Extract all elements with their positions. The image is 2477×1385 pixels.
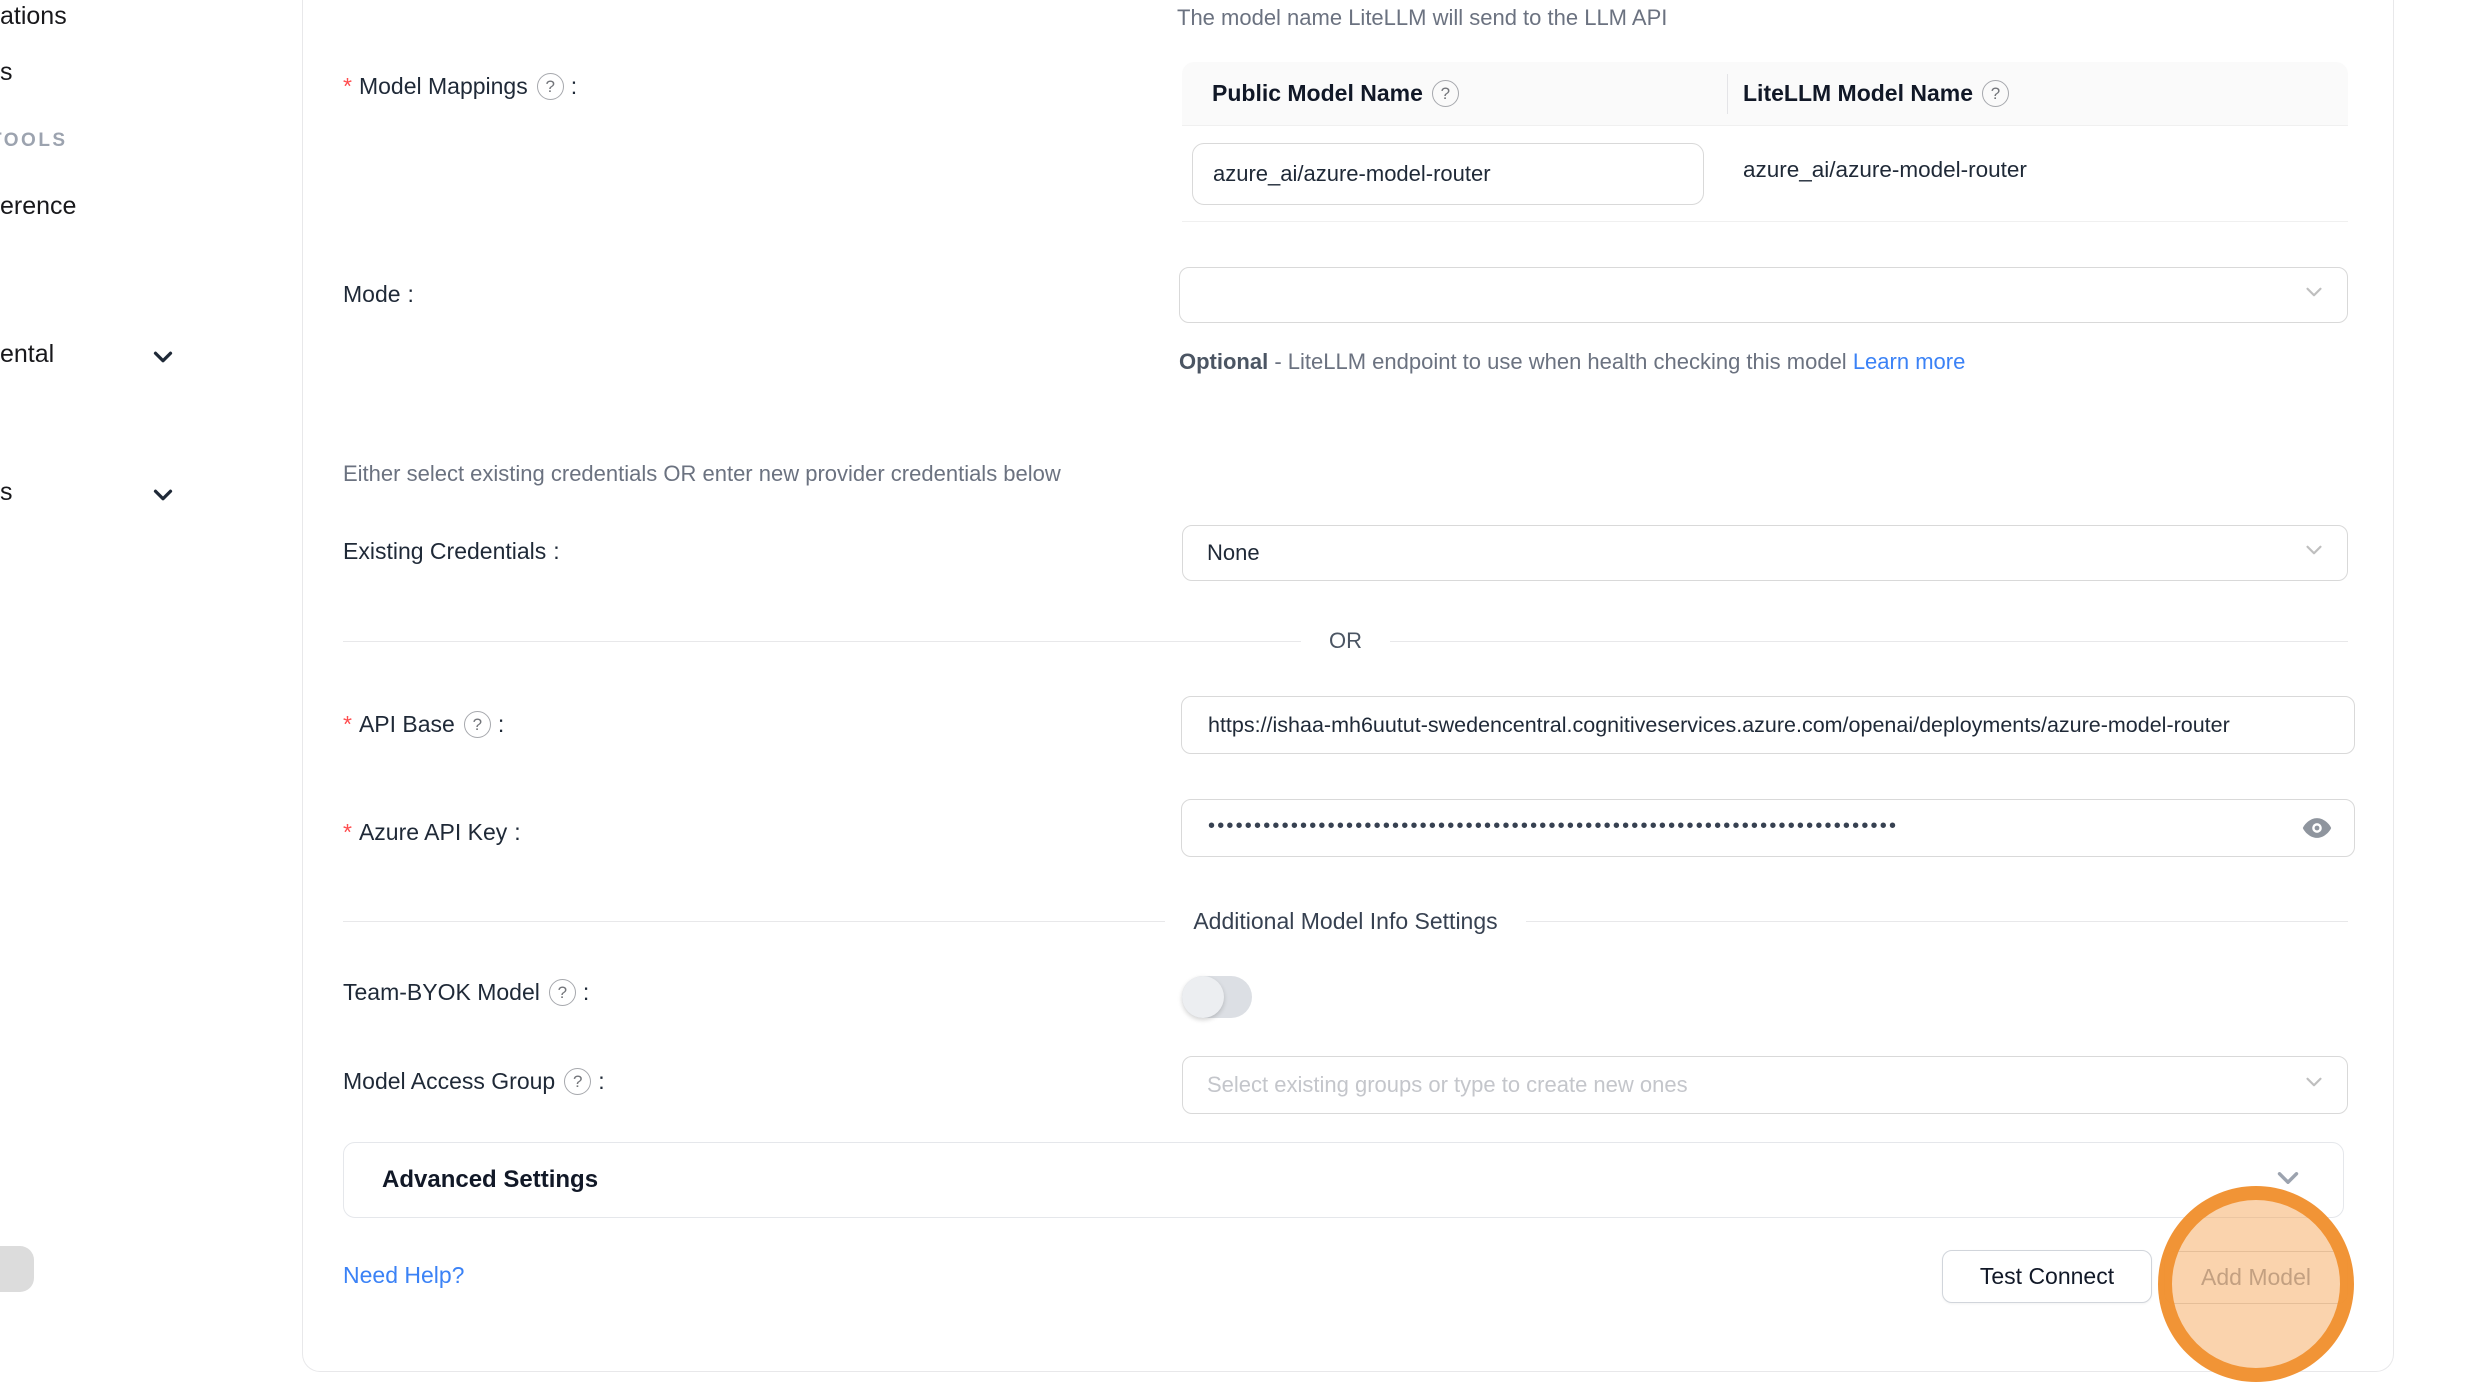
chevron-down-icon: [148, 342, 178, 372]
additional-info-divider: Additional Model Info Settings: [343, 908, 2348, 935]
sidebar-item-organizations[interactable]: ations: [0, 2, 67, 31]
model-access-group-select[interactable]: Select existing groups or type to create…: [1182, 1056, 2348, 1114]
credentials-hint-text: Either select existing credentials OR en…: [343, 461, 1061, 487]
advanced-settings-panel[interactable]: Advanced Settings: [343, 1142, 2344, 1218]
model-mappings-table-header: Public Model Name ? LiteLLM Model Name ?: [1182, 62, 2348, 126]
add-model-button[interactable]: Add Model: [2164, 1251, 2348, 1304]
sidebar-section-tools: TOOLS: [0, 130, 68, 152]
divider-line: [343, 641, 1301, 642]
select-placeholder: Select existing groups or type to create…: [1207, 1072, 1688, 1098]
model-mappings-label: * Model Mappings ? :: [343, 73, 577, 100]
help-question-icon[interactable]: ?: [537, 73, 564, 100]
learn-more-link[interactable]: Learn more: [1853, 349, 1966, 374]
divider-line: [343, 921, 1165, 922]
chevron-down-icon: [2301, 1069, 2327, 1101]
help-question-icon[interactable]: ?: [1432, 80, 1459, 107]
help-question-icon[interactable]: ?: [549, 979, 576, 1006]
required-asterisk: *: [343, 819, 352, 846]
or-divider: OR: [343, 628, 2348, 654]
litellm-model-name-value: azure_ai/azure-model-router: [1743, 157, 2027, 183]
sidebar-item-experimental[interactable]: ental: [0, 340, 54, 369]
public-model-name-input[interactable]: [1192, 143, 1704, 205]
public-model-name-header: Public Model Name ?: [1182, 80, 1727, 107]
sidebar-item-reference[interactable]: erence: [0, 192, 76, 221]
team-byok-label: Team-BYOK Model ? :: [343, 979, 589, 1006]
sidebar-item-settings[interactable]: s: [0, 478, 13, 507]
model-mappings-table: Public Model Name ? LiteLLM Model Name ?…: [1182, 62, 2348, 222]
divider-line: [1390, 641, 2348, 642]
chevron-down-icon: [2301, 279, 2327, 311]
divider-line: [1526, 921, 2348, 922]
mode-helper-note: Optional - LiteLLM endpoint to use when …: [1179, 342, 2024, 382]
advanced-settings-title: Advanced Settings: [382, 1166, 598, 1194]
existing-credentials-select[interactable]: None: [1182, 525, 2348, 581]
sidebar-item-models[interactable]: s: [0, 58, 13, 87]
toggle-knob: [1182, 976, 1224, 1018]
chevron-down-icon[interactable]: [2271, 1161, 2305, 1200]
model-access-group-label: Model Access Group ? :: [343, 1068, 605, 1095]
help-question-icon[interactable]: ?: [1982, 80, 2009, 107]
azure-api-key-label: * Azure API Key :: [343, 819, 521, 846]
chevron-down-icon: [2301, 537, 2327, 569]
litellm-model-name-header: LiteLLM Model Name ?: [1727, 80, 2348, 107]
chevron-down-icon: [148, 480, 178, 510]
mode-select[interactable]: [1179, 267, 2348, 323]
required-asterisk: *: [343, 711, 352, 738]
help-question-icon[interactable]: ?: [464, 711, 491, 738]
api-base-input[interactable]: [1181, 696, 2355, 754]
api-base-label: * API Base ? :: [343, 711, 504, 738]
team-byok-toggle[interactable]: [1182, 976, 1252, 1018]
model-mappings-table-row: azure_ai/azure-model-router: [1182, 126, 2348, 222]
mode-label: Mode :: [343, 281, 414, 308]
required-asterisk: *: [343, 73, 352, 100]
masked-password-value: ••••••••••••••••••••••••••••••••••••••••…: [1208, 815, 1898, 838]
litellm-model-name-help-text: The model name LiteLLM will send to the …: [1177, 5, 1667, 31]
need-help-link[interactable]: Need Help?: [343, 1262, 464, 1289]
add-model-screen: ations s TOOLS erence ental s The model …: [0, 0, 2477, 1385]
column-separator: [1727, 74, 1728, 114]
eye-icon[interactable]: [2300, 811, 2334, 845]
sidebar-bottom-pill: [0, 1246, 34, 1292]
help-question-icon[interactable]: ?: [564, 1068, 591, 1095]
test-connect-button[interactable]: Test Connect: [1942, 1250, 2152, 1303]
azure-api-key-input[interactable]: ••••••••••••••••••••••••••••••••••••••••…: [1181, 799, 2355, 857]
existing-credentials-label: Existing Credentials :: [343, 538, 560, 565]
